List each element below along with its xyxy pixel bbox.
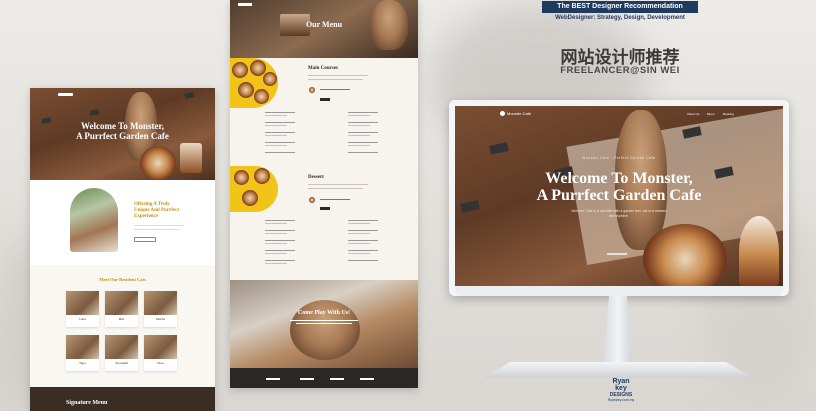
subtitle: FREELANCER@SIN WEI	[560, 65, 680, 76]
logo-icon	[500, 111, 505, 117]
menu-hero: Our Menu	[230, 0, 418, 58]
food-photo	[140, 146, 176, 180]
brand-logo: Ryan key DESIGNS Ryankey.com.my	[607, 378, 635, 402]
offer-title: Offering A Truly Unique And Purrfect Exp…	[134, 202, 179, 219]
monitor-chin	[455, 286, 783, 296]
hero-title: Welcome To Monster, A Purrfect Garden Ca…	[536, 170, 702, 204]
offer-section: Offering A Truly Unique And Purrfect Exp…	[30, 180, 215, 265]
learn-more-button[interactable]	[134, 237, 156, 242]
signature-title: Signature Menu	[66, 400, 108, 406]
homepage-preview: Welcome To Monster, A Purrfect Garden Ca…	[30, 88, 215, 411]
monitor: Monster Cafe About Us Menu Booking Monst…	[449, 100, 789, 300]
offer-photo	[70, 188, 118, 252]
tagline: WebDesigner: Strategy, Design, Developme…	[555, 15, 685, 21]
cats-title: Meet Our Resident Cats	[99, 277, 146, 282]
order-button[interactable]	[320, 98, 330, 101]
hero-eyebrow: Monster Cafe · Perfect Garden Cafe	[582, 156, 656, 160]
come-play-title: Come Play With Us!	[297, 310, 351, 316]
hero-title: Welcome To Monster, A Purrfect Garden Ca…	[76, 121, 169, 141]
scroll-indicator[interactable]	[607, 253, 627, 255]
hero-description: Monster Cafe is a cat cafe with a garden…	[571, 209, 667, 218]
cat-card[interactable]: Oreo	[144, 335, 177, 371]
menu-page-preview: Our Menu Main Courses Dessert Come Play …	[230, 0, 418, 388]
cat-card[interactable]: Snowball	[105, 335, 138, 371]
footer	[230, 368, 418, 388]
come-play-section: Come Play With Us!	[230, 280, 418, 368]
cats-section: Meet Our Resident Cats Luna Milo Mocha T…	[30, 265, 215, 387]
dessert-title: Dessert	[308, 175, 324, 180]
main-courses-title: Main Courses	[308, 66, 338, 71]
nav-about[interactable]: About Us	[687, 112, 699, 116]
food-photo	[643, 224, 727, 286]
nav-menu[interactable]: Menu	[707, 112, 715, 116]
order-button[interactable]	[320, 207, 330, 210]
drink-photo	[739, 216, 779, 286]
menu-title: Our Menu	[305, 20, 343, 29]
logo[interactable]: Monster Cafe	[500, 111, 531, 117]
cat-card[interactable]: Tiger	[66, 335, 99, 371]
nav-booking[interactable]: Booking	[723, 112, 734, 116]
cat-card[interactable]: Luna	[66, 291, 99, 327]
recommendation-badge: The BEST Designer Recommendation	[542, 1, 698, 13]
logo[interactable]	[238, 3, 252, 6]
hero-section: Welcome To Monster, A Purrfect Garden Ca…	[30, 88, 215, 180]
monitor-base	[483, 362, 753, 378]
cat-card[interactable]: Mocha	[144, 291, 177, 327]
logo[interactable]	[58, 93, 73, 96]
cat-card[interactable]: Milo	[105, 291, 138, 327]
signature-section: Signature Menu	[30, 387, 215, 411]
monitor-screen: Monster Cafe About Us Menu Booking Monst…	[455, 106, 783, 286]
